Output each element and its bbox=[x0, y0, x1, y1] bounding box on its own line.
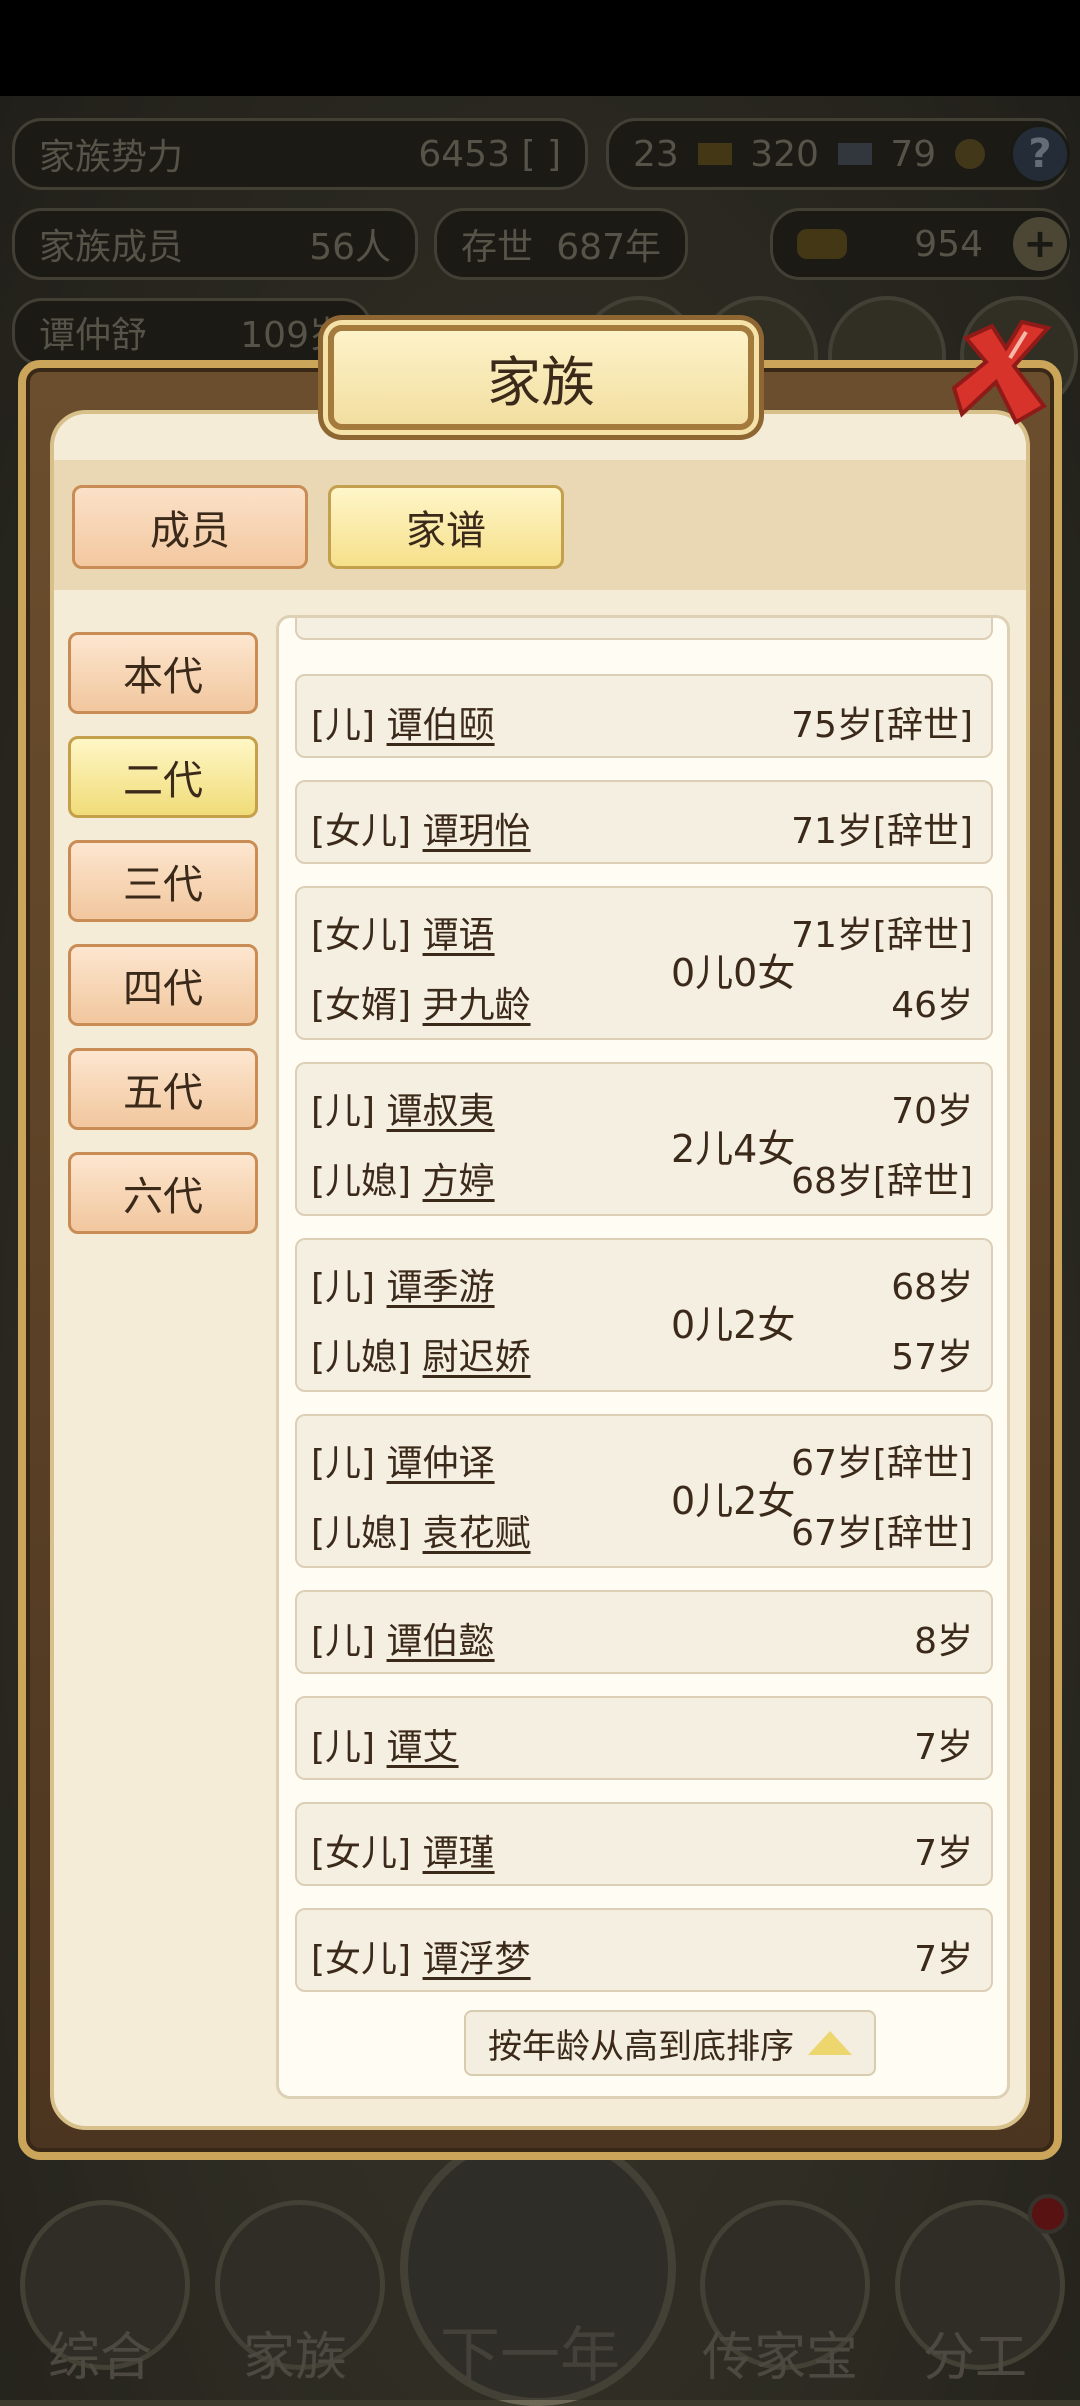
list-item[interactable]: [儿] 谭艾 7岁 bbox=[295, 1696, 993, 1780]
spouse-name[interactable]: 袁花赋 bbox=[423, 1513, 531, 1554]
spouse-line: [儿媳] 方婷 bbox=[311, 1152, 495, 1204]
list-item[interactable]: [儿] 谭伯懿 8岁 bbox=[295, 1590, 993, 1674]
spouse-age: 46岁 bbox=[891, 985, 973, 1026]
member-name[interactable]: 谭语 bbox=[423, 915, 495, 956]
close-button[interactable] bbox=[951, 318, 1052, 428]
close-icon bbox=[951, 319, 1052, 425]
sort-label: 按年龄从高到底排序 bbox=[488, 2026, 794, 2067]
children-count: 0儿2女 bbox=[671, 1303, 796, 1347]
children-count: 0儿2女 bbox=[671, 1479, 796, 1523]
member-role: [女儿] bbox=[311, 915, 412, 956]
spouse-name[interactable]: 尉迟娇 bbox=[423, 1337, 531, 1378]
member-role: [女儿] bbox=[311, 1939, 412, 1980]
member-line: [儿] 谭艾 bbox=[311, 1718, 459, 1770]
children-count: 2儿4女 bbox=[671, 1127, 796, 1171]
member-name[interactable]: 谭瑾 bbox=[423, 1833, 495, 1874]
member-role: [儿] bbox=[311, 1267, 376, 1308]
member-age: 7岁 bbox=[914, 1833, 973, 1874]
list-item-partial bbox=[295, 618, 993, 640]
member-name[interactable]: 谭艾 bbox=[387, 1727, 459, 1768]
member-role: [儿] bbox=[311, 1621, 376, 1662]
family-list[interactable]: [儿] 谭伯颐 75岁[辞世] [女儿] 谭玥怡 71岁[辞世] [女儿] 谭语… bbox=[276, 615, 1010, 2099]
tab-members[interactable]: 成员 bbox=[72, 485, 308, 569]
children-count: 0儿0女 bbox=[671, 951, 796, 995]
spouse-role: [女婿] bbox=[311, 985, 412, 1026]
member-age: 7岁 bbox=[914, 1727, 973, 1768]
spouse-age: 68岁[辞世] bbox=[791, 1161, 973, 1202]
sort-ascending-icon bbox=[808, 2031, 852, 2055]
member-line: [女儿] 谭语 bbox=[311, 906, 495, 958]
list-item[interactable]: [儿] 谭叔夷 70岁 2儿4女 [儿媳] 方婷 68岁[辞世] bbox=[295, 1062, 993, 1216]
member-name[interactable]: 谭季游 bbox=[387, 1267, 495, 1308]
member-name[interactable]: 谭叔夷 bbox=[387, 1091, 495, 1132]
status-bar bbox=[0, 0, 1080, 96]
member-age: 75岁[辞世] bbox=[791, 705, 973, 746]
spouse-line: [儿媳] 尉迟娇 bbox=[311, 1328, 531, 1380]
spouse-age: 67岁[辞世] bbox=[791, 1513, 973, 1554]
list-item[interactable]: [女儿] 谭瑾 7岁 bbox=[295, 1802, 993, 1886]
member-line: [儿] 谭季游 bbox=[311, 1258, 495, 1310]
list-item[interactable]: [女儿] 谭语 71岁[辞世] 0儿0女 [女婿] 尹九龄 46岁 bbox=[295, 886, 993, 1040]
member-role: [儿] bbox=[311, 1443, 376, 1484]
modal-title: 家族 bbox=[328, 325, 754, 430]
sort-button[interactable]: 按年龄从高到底排序 bbox=[464, 2010, 876, 2076]
spouse-name[interactable]: 尹九龄 bbox=[423, 985, 531, 1026]
member-line: [女儿] 谭瑾 bbox=[311, 1824, 495, 1876]
member-name[interactable]: 谭玥怡 bbox=[423, 811, 531, 852]
member-line: [儿] 谭仲译 bbox=[311, 1434, 495, 1486]
member-line: [女儿] 谭浮梦 bbox=[311, 1930, 531, 1982]
gen-button-3[interactable]: 三代 bbox=[68, 840, 258, 922]
gen-button-5[interactable]: 五代 bbox=[68, 1048, 258, 1130]
gen-button-1[interactable]: 本代 bbox=[68, 632, 258, 714]
member-age: 70岁 bbox=[891, 1091, 973, 1132]
gen-button-2[interactable]: 二代 bbox=[68, 736, 258, 818]
member-role: [儿] bbox=[311, 705, 376, 746]
list-item[interactable]: [儿] 谭季游 68岁 0儿2女 [儿媳] 尉迟娇 57岁 bbox=[295, 1238, 993, 1392]
member-age: 71岁[辞世] bbox=[791, 915, 973, 956]
member-line: [儿] 谭伯颐 bbox=[311, 696, 495, 748]
member-role: [女儿] bbox=[311, 811, 412, 852]
member-age: 7岁 bbox=[914, 1939, 973, 1980]
member-line: [儿] 谭叔夷 bbox=[311, 1082, 495, 1134]
spouse-role: [儿媳] bbox=[311, 1513, 412, 1554]
member-line: [女儿] 谭玥怡 bbox=[311, 802, 531, 854]
spouse-line: [女婿] 尹九龄 bbox=[311, 976, 531, 1028]
member-age: 8岁 bbox=[914, 1621, 973, 1662]
spouse-role: [儿媳] bbox=[311, 1161, 412, 1202]
member-name[interactable]: 谭伯颐 bbox=[387, 705, 495, 746]
list-item[interactable]: [儿] 谭伯颐 75岁[辞世] bbox=[295, 674, 993, 758]
gen-button-6[interactable]: 六代 bbox=[68, 1152, 258, 1234]
spouse-role: [儿媳] bbox=[311, 1337, 412, 1378]
list-item[interactable]: [女儿] 谭玥怡 71岁[辞世] bbox=[295, 780, 993, 864]
spouse-line: [儿媳] 袁花赋 bbox=[311, 1504, 531, 1556]
member-name[interactable]: 谭仲译 bbox=[387, 1443, 495, 1484]
member-age: 68岁 bbox=[891, 1267, 973, 1308]
spouse-name[interactable]: 方婷 bbox=[423, 1161, 495, 1202]
tab-family-tree[interactable]: 家谱 bbox=[328, 485, 564, 569]
list-item[interactable]: [女儿] 谭浮梦 7岁 bbox=[295, 1908, 993, 1992]
member-role: [儿] bbox=[311, 1091, 376, 1132]
member-age: 71岁[辞世] bbox=[791, 811, 973, 852]
member-role: [女儿] bbox=[311, 1833, 412, 1874]
member-role: [儿] bbox=[311, 1727, 376, 1768]
member-name[interactable]: 谭伯懿 bbox=[387, 1621, 495, 1662]
member-name[interactable]: 谭浮梦 bbox=[423, 1939, 531, 1980]
gen-button-4[interactable]: 四代 bbox=[68, 944, 258, 1026]
member-age: 67岁[辞世] bbox=[791, 1443, 973, 1484]
spouse-age: 57岁 bbox=[891, 1337, 973, 1378]
member-line: [儿] 谭伯懿 bbox=[311, 1612, 495, 1664]
list-item[interactable]: [儿] 谭仲译 67岁[辞世] 0儿2女 [儿媳] 袁花赋 67岁[辞世] bbox=[295, 1414, 993, 1568]
